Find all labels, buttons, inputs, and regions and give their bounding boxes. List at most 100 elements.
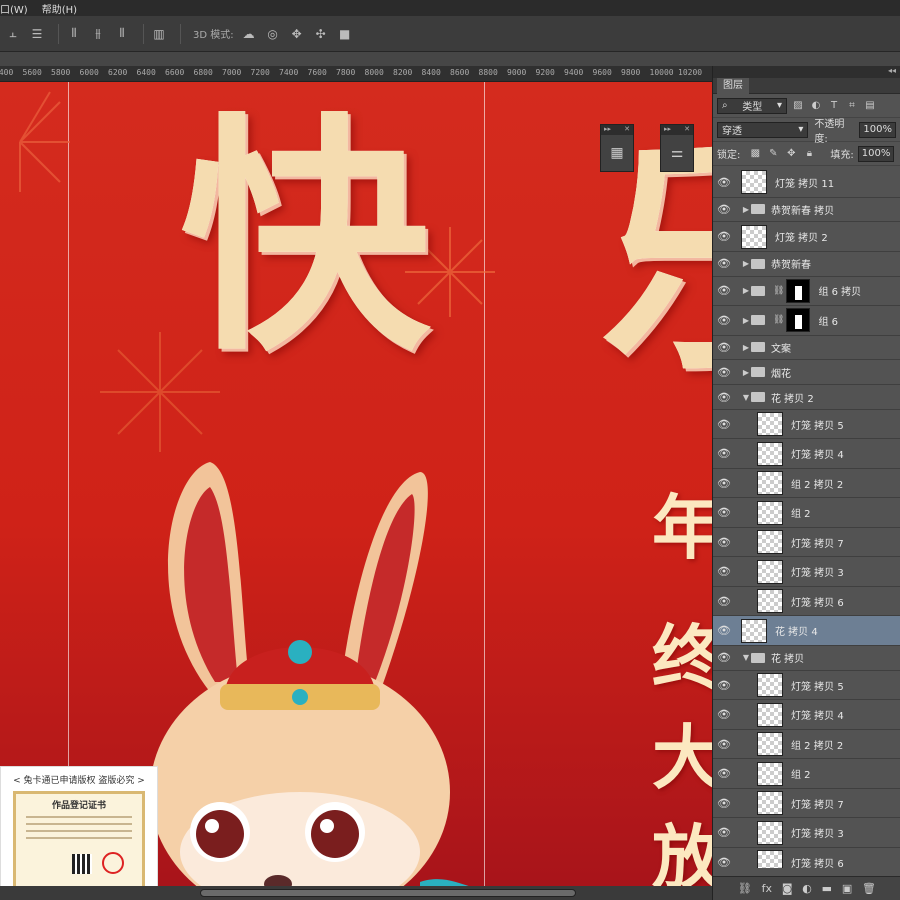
- 3d-camera-icon[interactable]: ■: [336, 25, 354, 43]
- lock-transparent-icon[interactable]: ▩: [748, 147, 762, 161]
- adjustments-icon[interactable]: ⚌: [661, 135, 693, 171]
- eye-icon[interactable]: 👁︎: [713, 651, 735, 664]
- menu-help[interactable]: 帮助(H): [42, 1, 77, 16]
- auto-align-icon[interactable]: ▥: [150, 25, 168, 43]
- chevron-right-icon[interactable]: ▶: [741, 368, 751, 377]
- eye-icon[interactable]: 👁︎: [713, 341, 735, 354]
- layer-group-row[interactable]: 👁︎ ▼ 花 拷贝 2: [713, 385, 900, 410]
- layer-row[interactable]: 👁︎ 灯笼 拷贝 6: [713, 848, 900, 868]
- eye-icon[interactable]: 👁︎: [713, 391, 735, 404]
- link-icon[interactable]: ⛓: [773, 315, 784, 325]
- new-layer-icon[interactable]: ▣: [842, 882, 852, 895]
- menu-window[interactable]: 口(W): [0, 1, 28, 16]
- lock-move-icon[interactable]: ✥: [784, 147, 798, 161]
- eye-icon[interactable]: 👁︎: [713, 624, 735, 637]
- layer-thumbnail[interactable]: [757, 559, 783, 584]
- 3d-orbit-icon[interactable]: ☁: [240, 25, 258, 43]
- 3d-pan-icon[interactable]: ✥: [288, 25, 306, 43]
- eye-icon[interactable]: 👁︎: [713, 536, 735, 549]
- link-icon[interactable]: ⛓: [773, 286, 784, 296]
- eye-icon[interactable]: 👁︎: [713, 506, 735, 519]
- layer-row[interactable]: 👁︎ 灯笼 拷贝 3: [713, 818, 900, 848]
- filter-text-icon[interactable]: T: [827, 99, 841, 113]
- lock-all-icon[interactable]: 🔒︎: [802, 147, 816, 161]
- eye-icon[interactable]: 👁︎: [713, 679, 735, 692]
- eye-icon[interactable]: 👁︎: [713, 826, 735, 839]
- distribute-right-icon[interactable]: ⫴: [113, 25, 131, 43]
- layer-row[interactable]: 👁︎ 灯笼 拷贝 5: [713, 671, 900, 701]
- new-group-icon[interactable]: ▬: [822, 882, 832, 895]
- align-bottom-icon[interactable]: ⫠: [4, 25, 22, 43]
- mini-panel-adjustments[interactable]: ▸▸ ✕ ⚌: [660, 124, 694, 172]
- trash-icon[interactable]: 🗑︎: [862, 882, 876, 895]
- eye-icon[interactable]: 👁︎: [713, 176, 735, 189]
- adjustment-layer-icon[interactable]: ◐: [802, 882, 812, 895]
- scrollbar-thumb[interactable]: [200, 889, 576, 897]
- eye-icon[interactable]: 👁︎: [713, 418, 735, 431]
- layer-row[interactable]: 👁︎ 花 拷贝 4: [713, 616, 900, 646]
- layer-thumbnail[interactable]: [741, 224, 767, 249]
- eye-icon[interactable]: 👁︎: [713, 257, 735, 270]
- eye-icon[interactable]: 👁︎: [713, 447, 735, 460]
- layer-thumbnail[interactable]: [757, 589, 783, 614]
- eye-icon[interactable]: 👁︎: [713, 477, 735, 490]
- chevron-down-icon[interactable]: ▼: [741, 653, 751, 662]
- layer-thumbnail[interactable]: [757, 702, 783, 727]
- layer-row[interactable]: 👁︎ 灯笼 拷贝 11: [713, 168, 900, 198]
- tab-layers[interactable]: 图层: [717, 77, 749, 94]
- mask-thumbnail[interactable]: [786, 278, 811, 303]
- layer-row[interactable]: 👁︎ 灯笼 拷贝 6: [713, 587, 900, 617]
- link-icon[interactable]: ⛓: [738, 882, 752, 895]
- filter-smart-icon[interactable]: ▤: [863, 99, 877, 113]
- eye-icon[interactable]: 👁︎: [713, 708, 735, 721]
- chevron-right-icon[interactable]: ▶: [741, 205, 751, 214]
- eye-icon[interactable]: 👁︎: [713, 314, 735, 327]
- layer-row[interactable]: 👁︎ 灯笼 拷贝 7: [713, 528, 900, 558]
- properties-icon[interactable]: ▦: [601, 135, 633, 171]
- layer-thumbnail[interactable]: [757, 850, 783, 868]
- lock-paint-icon[interactable]: ✎: [766, 147, 780, 161]
- blend-mode-select[interactable]: 穿透 ▾: [717, 121, 809, 138]
- layer-row[interactable]: 👁︎ 灯笼 拷贝 4: [713, 700, 900, 730]
- eye-icon[interactable]: 👁︎: [713, 230, 735, 243]
- layer-group-row[interactable]: 👁︎ ▶ 烟花: [713, 360, 900, 386]
- layer-thumbnail[interactable]: [757, 820, 783, 845]
- mini-panel-properties[interactable]: ▸▸ ✕ ▦: [600, 124, 634, 172]
- chevron-right-icon[interactable]: ▶: [741, 316, 751, 325]
- layer-group-row[interactable]: 👁︎ ▶ 文案: [713, 336, 900, 361]
- filter-shape-icon[interactable]: ⌗: [845, 99, 859, 113]
- layer-row[interactable]: 👁︎ 组 2 拷贝 2: [713, 730, 900, 760]
- layer-thumbnail[interactable]: [757, 471, 783, 496]
- fill-input[interactable]: 100%: [857, 145, 895, 162]
- 3d-roll-icon[interactable]: ◎: [264, 25, 282, 43]
- eye-icon[interactable]: 👁︎: [713, 366, 735, 379]
- eye-icon[interactable]: 👁︎: [713, 738, 735, 751]
- layer-row[interactable]: 👁︎ 灯笼 拷贝 7: [713, 789, 900, 819]
- align-vcenter-icon[interactable]: ☰: [28, 25, 46, 43]
- layer-row[interactable]: 👁︎ 组 2: [713, 498, 900, 528]
- eye-icon[interactable]: 👁︎: [713, 856, 735, 868]
- chevron-right-icon[interactable]: ▶: [741, 286, 751, 295]
- eye-icon[interactable]: 👁︎: [713, 565, 735, 578]
- eye-icon[interactable]: 👁︎: [713, 595, 735, 608]
- layer-group-row[interactable]: 👁︎ ▶ ⛓ 组 6: [713, 306, 900, 336]
- layer-group-row[interactable]: 👁︎ ▶ ⛓ 组 6 拷贝: [713, 277, 900, 307]
- fx-icon[interactable]: fx: [762, 882, 772, 895]
- layer-row[interactable]: 👁︎ 灯笼 拷贝 3: [713, 557, 900, 587]
- chevron-right-icon[interactable]: ▶: [741, 259, 751, 268]
- layer-row[interactable]: 👁︎ 灯笼 拷贝 5: [713, 410, 900, 440]
- horizontal-scrollbar[interactable]: [0, 886, 712, 900]
- layer-group-row[interactable]: 👁︎ ▶ 恭贺新春: [713, 252, 900, 277]
- panel-collapse-icon[interactable]: ◂◂: [713, 66, 900, 78]
- layer-row[interactable]: 👁︎ 组 2 拷贝 2: [713, 469, 900, 499]
- layer-thumbnail[interactable]: [757, 530, 783, 555]
- eye-icon[interactable]: 👁︎: [713, 797, 735, 810]
- layer-thumbnail[interactable]: [757, 673, 783, 698]
- layer-thumbnail[interactable]: [757, 500, 783, 525]
- filter-kind-select[interactable]: ⌕ 类型 ▾: [717, 97, 787, 114]
- layer-thumbnail[interactable]: [757, 441, 783, 466]
- filter-image-icon[interactable]: ▨: [791, 99, 805, 113]
- layer-thumbnail[interactable]: [757, 412, 783, 437]
- filter-adjust-icon[interactable]: ◐: [809, 99, 823, 113]
- layer-thumbnail[interactable]: [757, 791, 783, 816]
